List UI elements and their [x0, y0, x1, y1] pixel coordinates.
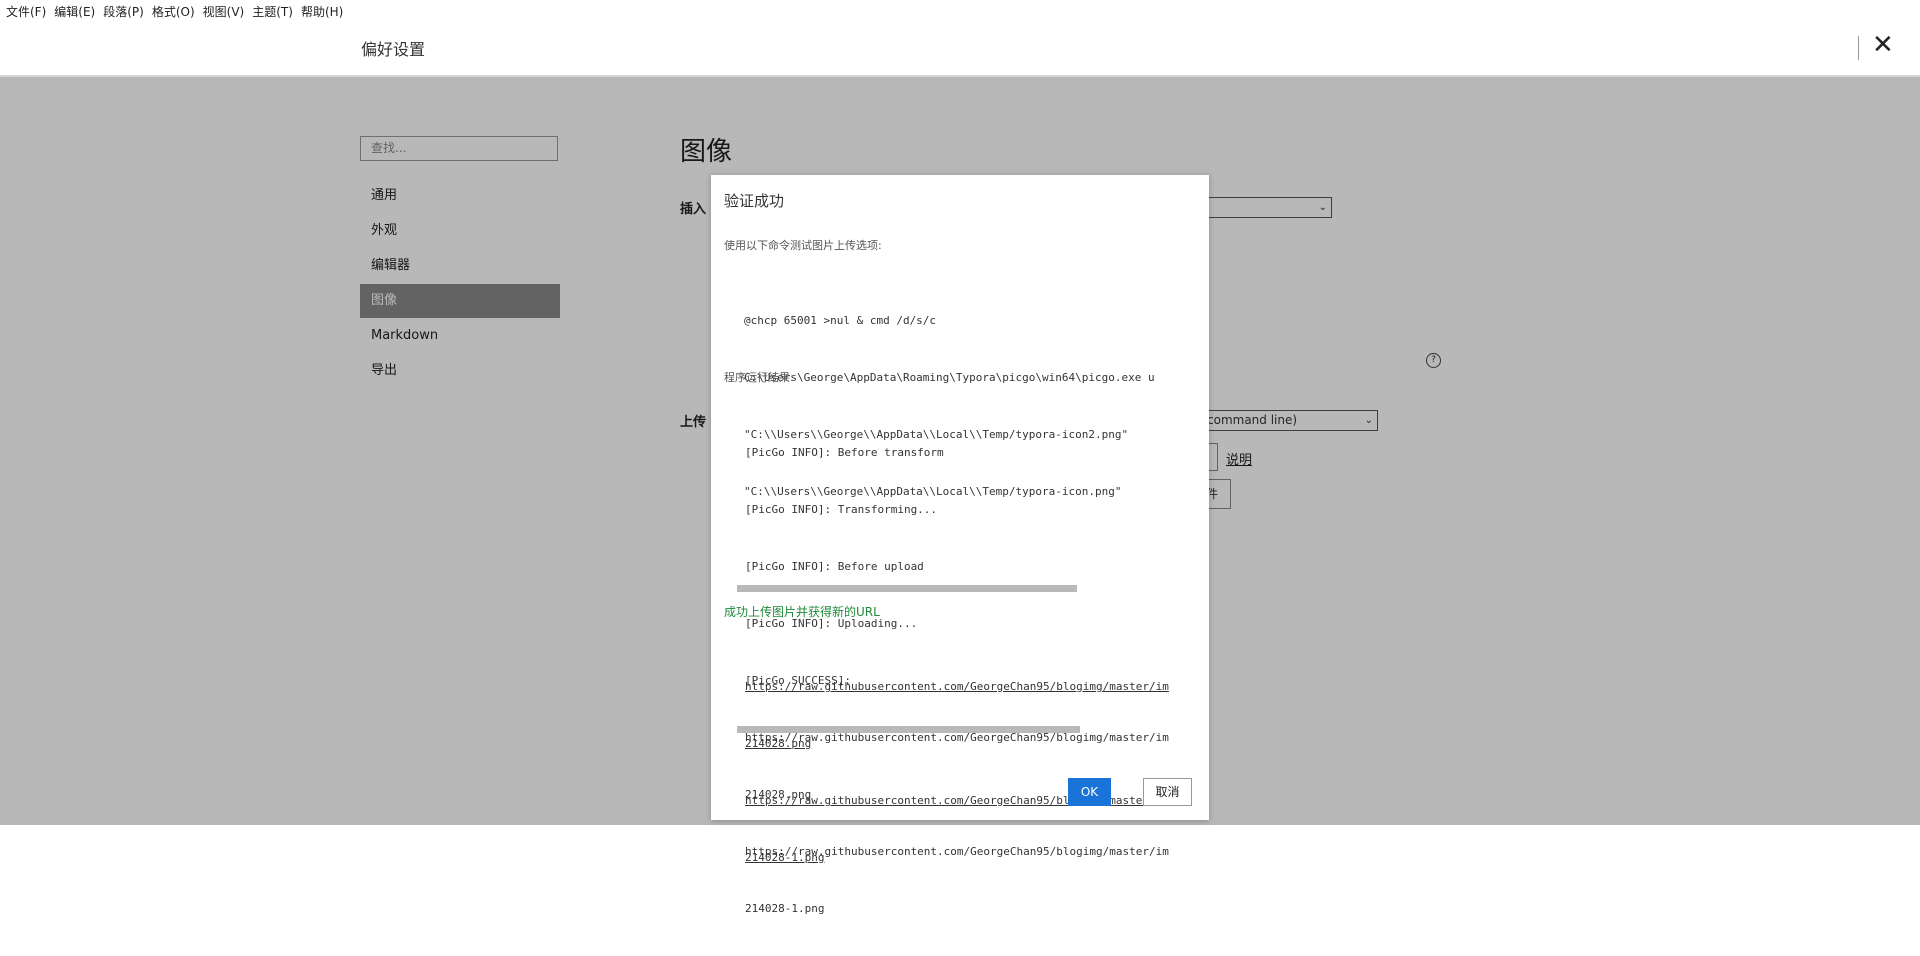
command-label: 使用以下命令测试图片上传选项: — [724, 239, 882, 252]
result-label: 程序运行结果: — [724, 371, 794, 384]
result-line: [PicGo INFO]: Transforming... — [745, 503, 938, 516]
menu-theme[interactable]: 主题(T) — [250, 3, 299, 20]
menu-bar: 文件(F) 编辑(E) 段落(P) 格式(O) 视图(V) 主题(T) 帮助(H… — [0, 0, 1920, 22]
page-title: 偏好设置 — [361, 40, 426, 59]
success-message: 成功上传图片并获得新的URL — [724, 605, 880, 619]
url-link[interactable]: 214028.png — [745, 734, 1169, 753]
menu-paragraph[interactable]: 段落(P) — [101, 3, 150, 20]
preferences-header: 偏好设置 ✕ — [0, 22, 1920, 77]
result-scrollbar[interactable] — [737, 585, 1077, 592]
ok-button[interactable]: OK — [1068, 778, 1111, 806]
menu-help[interactable]: 帮助(H) — [299, 3, 349, 20]
dialog-title: 验证成功 — [724, 192, 785, 210]
menu-format[interactable]: 格式(O) — [150, 3, 201, 20]
url-list: https://raw.githubusercontent.com/George… — [745, 639, 1169, 905]
menu-file[interactable]: 文件(F) — [4, 3, 52, 20]
result-line: [PicGo INFO]: Before transform — [745, 446, 944, 459]
menu-edit[interactable]: 编辑(E) — [52, 3, 101, 20]
url-link[interactable]: https://raw.githubusercontent.com/George… — [745, 677, 1169, 696]
validation-dialog: 验证成功 使用以下命令测试图片上传选项: @chcp 65001 >nul & … — [711, 175, 1209, 915]
command-line: @chcp 65001 >nul & cmd /d/s/c — [744, 314, 937, 327]
url-scrollbar[interactable] — [737, 726, 1080, 733]
result-line: [PicGo INFO]: Before upload — [745, 560, 924, 573]
menu-view[interactable]: 视图(V) — [201, 3, 251, 20]
command-line: C:\Users\George\AppData\Roaming\Typora\p… — [744, 371, 1155, 384]
url-link[interactable]: 214028-1.png — [745, 848, 1169, 867]
cancel-button[interactable]: 取消 — [1143, 778, 1192, 806]
close-icon[interactable]: ✕ — [1872, 29, 1894, 61]
header-divider — [1858, 36, 1859, 60]
